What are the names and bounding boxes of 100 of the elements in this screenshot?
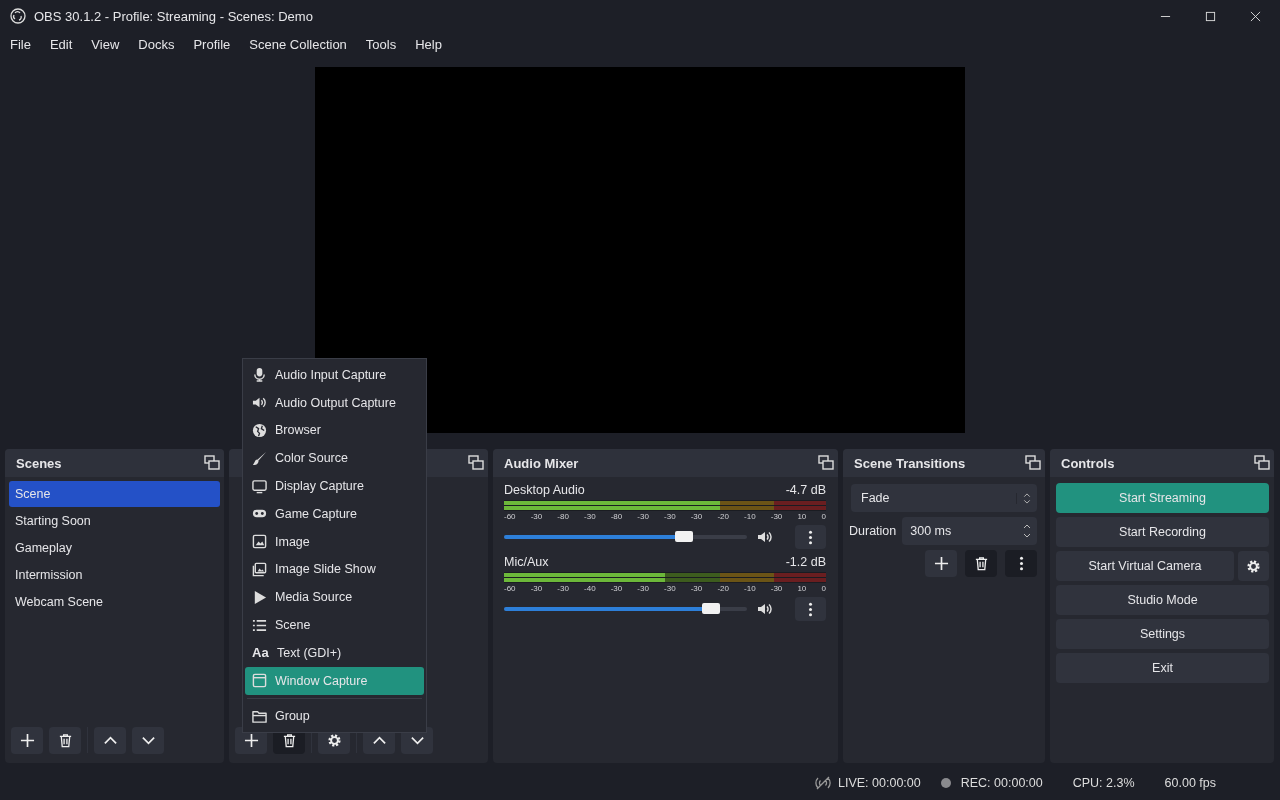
trash-icon	[57, 732, 73, 748]
undock-icon[interactable]	[468, 455, 484, 471]
brush-icon	[252, 450, 267, 466]
menu-item[interactable]: Color Source	[245, 444, 424, 473]
text-glyph: Aa	[252, 645, 269, 661]
plus-icon	[243, 732, 259, 748]
menu-item[interactable]: Browser	[245, 416, 424, 445]
menu-item[interactable]: Docks	[138, 36, 175, 52]
menu-item[interactable]: Image Slide Show	[245, 555, 424, 584]
menu-item[interactable]: Display Capture	[245, 472, 424, 500]
menu-item[interactable]: Aa Text (GDI+)	[245, 638, 424, 667]
meter-tick-label: -30	[557, 584, 569, 593]
trash-icon	[973, 556, 989, 571]
undock-icon[interactable]	[1025, 455, 1041, 471]
slider-thumb[interactable]	[674, 531, 693, 542]
control-button[interactable]: Exit	[1056, 653, 1269, 683]
scene-list-entry[interactable]: Starting Soon	[9, 508, 220, 534]
menu-item[interactable]: Game Capture	[245, 500, 424, 528]
meter-tick-label: -30	[637, 584, 649, 593]
slider-thumb[interactable]	[701, 603, 720, 614]
more-button[interactable]	[1005, 550, 1037, 577]
window-title: OBS 30.1.2 - Profile: Streaming - Scenes: Demo	[34, 8, 313, 24]
rec-timer: REC: 00:00:00	[960, 775, 1043, 790]
live-timer: LIVE: 00:00:00	[838, 775, 921, 790]
menu-item[interactable]: Image	[245, 527, 424, 556]
trash-icon	[281, 732, 297, 748]
speaker-icon	[757, 529, 773, 545]
speaker-icon	[757, 601, 773, 617]
record-dot-icon	[940, 777, 951, 788]
menu-item[interactable]: Group	[245, 702, 424, 731]
plus-icon	[19, 732, 35, 748]
menu-item[interactable]: Edit	[49, 36, 73, 52]
transition-select[interactable]: Fade	[851, 484, 1037, 512]
image-icon	[252, 534, 267, 550]
duration-label: Duration	[849, 524, 897, 538]
menu-item[interactable]: Audio Input Capture	[245, 361, 424, 389]
control-button[interactable]: Start Recording	[1056, 517, 1269, 547]
more-button[interactable]	[795, 525, 826, 549]
meter-tick-label: -30	[690, 512, 703, 521]
scene-list-entry[interactable]: Webcam Scene	[9, 589, 220, 615]
meter-tick-label: -30	[690, 584, 703, 593]
maximize-icon[interactable]	[1205, 10, 1216, 22]
monitor-icon	[252, 478, 267, 494]
control-button[interactable]: Start Virtual Camera	[1056, 551, 1234, 581]
add-button[interactable]	[11, 726, 43, 754]
menu-item[interactable]: Scene Collection	[249, 36, 347, 52]
control-button[interactable]: Studio Mode	[1056, 585, 1269, 615]
scene-list-entry[interactable]: Scene	[9, 481, 220, 507]
meter-tick-label: -20	[717, 512, 729, 521]
folder-icon	[252, 708, 267, 724]
meter-tick-label: -30	[584, 512, 596, 521]
meter-tick-label: -60	[504, 584, 516, 593]
menu-item[interactable]: Profile	[193, 36, 231, 52]
meter-tick-label: -60	[504, 512, 516, 521]
undock-icon[interactable]	[204, 455, 220, 471]
meter-tick-label: -30	[530, 512, 543, 521]
channel-name: Mic/Aux	[504, 555, 549, 569]
close-icon[interactable]	[1250, 10, 1261, 22]
app-logo-icon	[10, 8, 26, 24]
move-up-button[interactable]	[94, 726, 126, 754]
volume-reading: -1.2 dB	[785, 555, 826, 569]
frame-rate: 60.00 fps	[1164, 775, 1216, 790]
window-icon	[252, 673, 267, 689]
slideshow-icon	[252, 561, 267, 577]
remove-button[interactable]	[49, 726, 81, 754]
meter-tick-label: 10	[797, 512, 807, 521]
remove-button[interactable]	[965, 550, 997, 577]
meter-tick-label: -30	[664, 512, 676, 521]
globe-icon	[252, 423, 267, 438]
menu-item[interactable]: Scene	[245, 611, 424, 639]
settings-button[interactable]	[1238, 551, 1269, 581]
menu-item[interactable]: Help	[415, 36, 442, 52]
more-button[interactable]	[795, 597, 826, 621]
meter-tick-label: -30	[770, 584, 783, 593]
meter-tick-label: -80	[557, 512, 569, 521]
dock-title: Scene Transitions	[854, 455, 966, 471]
control-button[interactable]: Settings	[1056, 619, 1269, 649]
scene-list-entry[interactable]: Intermission	[9, 562, 220, 588]
undock-icon[interactable]	[818, 455, 834, 471]
move-down-button[interactable]	[132, 726, 164, 754]
signal-off-icon	[814, 775, 832, 790]
cpu-usage: CPU: 2.3%	[1072, 775, 1135, 790]
meter-tick-label: -40	[584, 584, 596, 593]
undock-icon[interactable]	[1254, 455, 1270, 471]
menu-item[interactable]: Media Source	[245, 583, 424, 612]
meter-tick-label: -30	[530, 584, 543, 593]
dock-title: Audio Mixer	[504, 455, 579, 471]
meter-tick-label: 0	[821, 584, 826, 593]
meter-tick-label: -80	[610, 512, 623, 521]
meter-tick-label: -20	[717, 584, 729, 593]
plus-icon	[933, 556, 949, 571]
menu-item[interactable]: Audio Output Capture	[245, 388, 424, 417]
menu-item[interactable]: View	[91, 36, 120, 52]
menu-item[interactable]: File	[10, 36, 31, 52]
add-button[interactable]	[925, 550, 957, 577]
scene-list-entry[interactable]: Gameplay	[9, 535, 220, 561]
microphone-icon	[252, 367, 267, 383]
menu-item[interactable]: Tools	[365, 36, 397, 52]
duration-field[interactable]: 300 ms	[902, 517, 1037, 545]
meter-tick-label: -30	[664, 584, 676, 593]
